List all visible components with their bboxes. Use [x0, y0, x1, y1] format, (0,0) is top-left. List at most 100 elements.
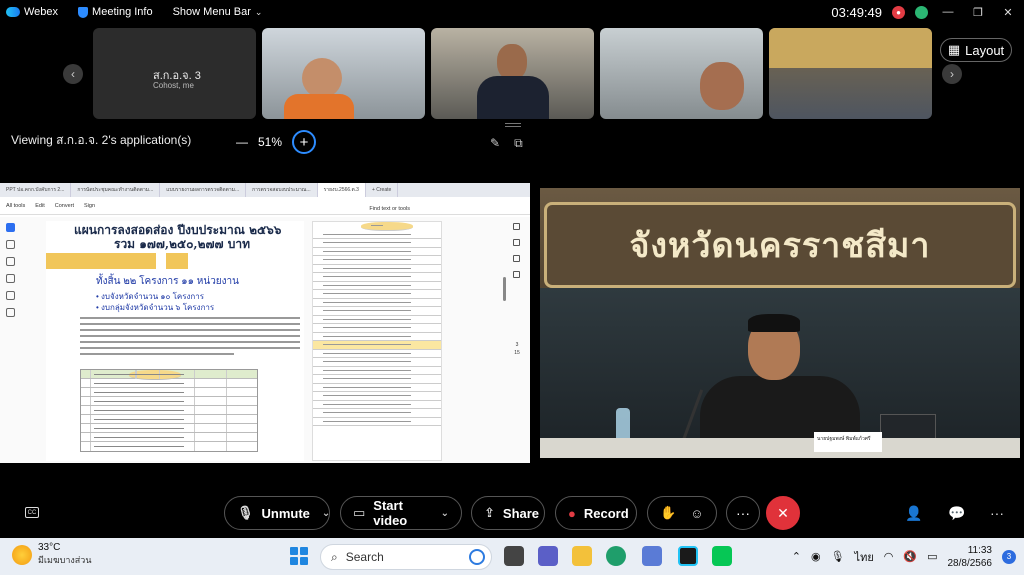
browser-tabs: PPT ปอ.คกก.บังคับการ 2... การนัดประชุมคณ…	[0, 183, 530, 197]
recording-status-icon[interactable]: ●	[892, 5, 905, 19]
draw-tool-icon[interactable]	[6, 274, 15, 283]
doc-tab-active[interactable]: รายงบ.2566.ต.3	[317, 183, 366, 197]
video-off-icon: ▭	[353, 505, 366, 520]
stamp-tool-icon[interactable]	[6, 308, 15, 317]
page-number: 3 15	[514, 342, 520, 356]
desk	[540, 438, 1020, 458]
active-speaker-video[interactable]: จังหวัดนครราชสีมา นายปฐมพงษ์ พิมพ์แก้วศร…	[540, 188, 1020, 458]
highlight-bar	[46, 253, 156, 269]
unmute-button[interactable]: 🎙 Unmute ⌄	[224, 496, 330, 530]
search-icon: ⌕	[331, 549, 338, 564]
pages-icon[interactable]	[513, 271, 520, 278]
title-line-2: รวม ๑๗๗,๒๕๐,๒๗๗ บาท	[114, 237, 251, 251]
create-tab-button[interactable]: + Create	[366, 183, 399, 197]
more-panels-icon[interactable]: ···	[990, 505, 1004, 521]
menu-sign[interactable]: Sign	[84, 203, 95, 209]
zoom-out-button[interactable]: —	[236, 135, 248, 149]
pdf-toolbar	[6, 223, 18, 317]
select-tool-icon[interactable]	[6, 223, 15, 232]
strip-next-button[interactable]: ›	[942, 64, 962, 84]
wifi-icon[interactable]: ◠	[884, 550, 894, 563]
more-options-button[interactable]: ···	[726, 496, 760, 530]
file-explorer-icon[interactable]	[572, 546, 592, 566]
show-hidden-icons[interactable]: ⌃	[792, 550, 801, 563]
doc-tab[interactable]: แบบรายงานผลการตรวจติดตาม...	[160, 183, 247, 197]
bing-icon[interactable]	[469, 549, 485, 565]
mic-tray-icon[interactable]: 🎙	[831, 550, 845, 563]
menu-edit[interactable]: Edit	[35, 203, 44, 209]
share-label: Share	[502, 505, 540, 521]
bullet-item: • งบกลุ่มจังหวัดจำนวน ๖ โครงการ	[96, 303, 215, 312]
input-language[interactable]: ไทย	[855, 548, 874, 566]
clock-time: 11:33	[967, 544, 992, 556]
reactions-icon[interactable]: ☺	[690, 506, 703, 521]
menu-convert[interactable]: Convert	[55, 203, 74, 209]
close-window-button[interactable]: ✕	[998, 6, 1018, 19]
remote-control-icon[interactable]: ⧉	[514, 136, 523, 151]
project-table	[80, 369, 258, 452]
strip-prev-button[interactable]: ‹	[63, 64, 83, 84]
show-menu-bar-button[interactable]: Show Menu Bar ⌄	[173, 6, 263, 18]
meeting-info-button[interactable]: Meeting Info	[78, 6, 153, 18]
volume-muted-icon[interactable]: 🔇	[903, 550, 917, 563]
participant-role: Cohost, me	[153, 81, 194, 90]
notification-badge[interactable]: 3	[1002, 549, 1016, 564]
record-button[interactable]: ● Record	[555, 496, 637, 530]
store-icon[interactable]	[642, 546, 662, 566]
start-video-button[interactable]: ▭ Start video ⌄	[340, 496, 462, 530]
meeting-controls: 🎙 Unmute ⌄ ▭ Start video ⌄ ⇪ Share ● Rec…	[0, 496, 1024, 530]
find-tools-search[interactable]: Find text or tools	[369, 206, 410, 212]
doc-menu-bar: All tools Edit Convert Sign	[0, 197, 530, 215]
shared-application-view[interactable]: PPT ปอ.คกก.บังคับการ 2... การนัดประชุมคณ…	[0, 183, 530, 463]
chevron-down-icon[interactable]: ⌄	[322, 508, 330, 519]
chevron-down-icon[interactable]: ⌄	[441, 508, 449, 519]
weather-widget[interactable]: 33°C มีเมฆบางส่วน	[12, 542, 91, 567]
restore-button[interactable]: ❐	[968, 6, 988, 19]
resize-handle[interactable]	[505, 123, 521, 127]
participant-body	[477, 76, 549, 119]
bookmarks-icon[interactable]	[513, 239, 520, 246]
comment-tool-icon[interactable]	[6, 240, 15, 249]
highlight-tool-icon[interactable]	[6, 257, 15, 266]
line-icon[interactable]	[712, 546, 732, 566]
minimize-button[interactable]: —	[938, 6, 958, 18]
vertical-scrollbar[interactable]	[503, 277, 506, 301]
edge-icon[interactable]	[606, 546, 626, 566]
chat-icon[interactable]: 💬	[948, 505, 965, 522]
taskbar-search[interactable]: ⌕ Search	[320, 544, 492, 570]
share-button[interactable]: ⇪ Share	[471, 496, 545, 530]
participant-tile-video-2[interactable]	[431, 28, 594, 119]
camera-tray-icon[interactable]: ◉	[811, 550, 821, 563]
webex-taskbar-icon[interactable]	[678, 546, 698, 566]
menu-all-tools[interactable]: All tools	[6, 203, 25, 209]
teams-icon[interactable]	[538, 546, 558, 566]
webex-menu[interactable]: Webex	[6, 6, 58, 18]
doc-tab[interactable]: PPT ปอ.คกก.บังคับการ 2...	[0, 183, 72, 197]
taskbar-clock[interactable]: 11:33 28/8/2566	[948, 544, 993, 570]
participants-icon[interactable]: 👤	[905, 505, 922, 522]
participant-tile-video-4[interactable]	[769, 28, 932, 119]
raise-hand-icon[interactable]: ✋	[660, 505, 676, 521]
participant-tile-video-1[interactable]	[262, 28, 425, 119]
annotate-icon[interactable]: ✎	[490, 136, 500, 151]
highlight-bar	[166, 253, 188, 269]
layout-button[interactable]: ▦ Layout	[940, 38, 1012, 62]
text-tool-icon[interactable]	[6, 291, 15, 300]
network-health-icon[interactable]	[915, 5, 928, 19]
doc-tab[interactable]: การนัดประชุมคณะทำงานติดตาม...	[71, 183, 161, 197]
doc-tab[interactable]: การตรวจสอบงบประมาณ...	[246, 183, 318, 197]
start-button[interactable]	[290, 547, 308, 565]
title-bar: Webex Meeting Info Show Menu Bar ⌄ 03:49…	[0, 0, 1024, 24]
task-view-icon[interactable]	[504, 546, 524, 566]
battery-icon[interactable]: ▭	[927, 550, 937, 563]
attachments-icon[interactable]	[513, 255, 520, 262]
page-title: แผนการลงสอดส่อง ปีงบประมาณ ๒๕๖๖ รวม ๑๗๗,…	[74, 223, 281, 251]
room-backdrop	[769, 28, 932, 68]
comments-icon[interactable]	[513, 223, 520, 230]
zoom-controls: — 51% +	[236, 130, 317, 154]
participant-tile-self[interactable]: ส.ก.อ.จ. 3 Cohost, me	[93, 28, 256, 119]
body-paragraph	[80, 317, 300, 359]
participant-tile-video-3[interactable]	[600, 28, 763, 119]
leave-meeting-button[interactable]: ✕	[766, 496, 800, 530]
zoom-in-button[interactable]: +	[292, 130, 317, 154]
